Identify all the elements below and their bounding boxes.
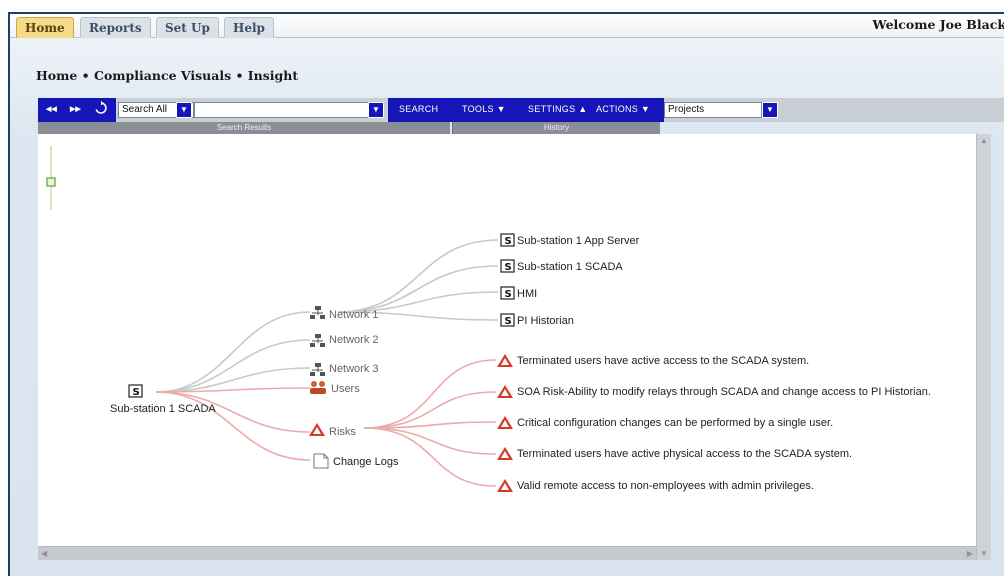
refresh-icon[interactable] bbox=[94, 101, 108, 118]
risks-node[interactable]: Risks bbox=[309, 423, 356, 438]
svg-text:HMI: HMI bbox=[517, 288, 537, 300]
search-scope-dropdown-icon[interactable]: ▼ bbox=[176, 102, 192, 118]
history-bar[interactable]: History bbox=[452, 122, 660, 134]
svg-text:PI Historian: PI Historian bbox=[517, 315, 574, 327]
svg-text:Users: Users bbox=[331, 383, 360, 395]
server-item[interactable]: S Sub-station 1 App Server bbox=[500, 233, 640, 247]
svg-text:S: S bbox=[505, 289, 512, 300]
top-nav-bar: Home Reports Set Up Help Welcome Joe Bla… bbox=[10, 14, 1004, 38]
welcome-text: Welcome Joe Black bbox=[872, 17, 1004, 32]
app-frame: Home Reports Set Up Help Welcome Joe Bla… bbox=[8, 12, 1004, 576]
relationship-graph: S Sub-station 1 SCADA Network 1 Network … bbox=[46, 146, 931, 492]
svg-text:Critical configuration changes: Critical configuration changes can be pe… bbox=[517, 417, 833, 429]
tools-label: TOOLS bbox=[462, 104, 494, 114]
chevron-down-icon: ▼ bbox=[640, 104, 651, 114]
projects-select[interactable]: Projects bbox=[664, 102, 762, 118]
svg-text:Valid remote access to non-emp: Valid remote access to non-employees wit… bbox=[517, 480, 814, 492]
svg-text:Network 3: Network 3 bbox=[329, 363, 379, 375]
risk-item[interactable]: SOA Risk-Ability to modify relays throug… bbox=[497, 385, 931, 398]
search-results-bar[interactable]: Search Results bbox=[38, 122, 450, 134]
server-item[interactable]: S PI Historian bbox=[500, 313, 574, 327]
vertical-scrollbar[interactable]: ▲ ▼ bbox=[976, 134, 991, 560]
scroll-left-icon[interactable]: ◀ bbox=[41, 549, 47, 558]
projects-dropdown-icon[interactable]: ▼ bbox=[762, 102, 778, 118]
svg-text:Sub-station 1 SCADA: Sub-station 1 SCADA bbox=[517, 261, 623, 273]
scroll-down-icon[interactable]: ▼ bbox=[980, 549, 988, 558]
breadcrumb: Home • Compliance Visuals • Insight bbox=[36, 68, 299, 83]
tools-menu[interactable]: TOOLS ▼ bbox=[462, 104, 506, 114]
risk-item[interactable]: Terminated users have active physical ac… bbox=[497, 447, 852, 460]
network-node-3[interactable]: Network 3 bbox=[310, 363, 379, 376]
horizontal-scrollbar[interactable]: ◀ ▶ bbox=[38, 546, 976, 560]
svg-text:Network 1: Network 1 bbox=[329, 309, 379, 321]
network-node-1[interactable]: Network 1 bbox=[310, 306, 379, 321]
svg-text:Sub-station 1 App Server: Sub-station 1 App Server bbox=[517, 235, 640, 247]
svg-text:Terminated users have active a: Terminated users have active access to t… bbox=[517, 355, 809, 367]
svg-text:S: S bbox=[505, 262, 512, 273]
settings-label: SETTINGS bbox=[528, 104, 576, 114]
svg-text:S: S bbox=[133, 387, 140, 398]
search-button[interactable]: SEARCH bbox=[399, 104, 438, 114]
tab-help[interactable]: Help bbox=[224, 17, 274, 38]
search-input[interactable] bbox=[194, 102, 384, 118]
actions-label: ACTIONS bbox=[596, 104, 639, 114]
risk-item[interactable]: Critical configuration changes can be pe… bbox=[497, 416, 833, 429]
risk-item[interactable]: Terminated users have active access to t… bbox=[497, 354, 809, 367]
graph-canvas: S Sub-station 1 SCADA Network 1 Network … bbox=[38, 134, 976, 546]
tab-setup[interactable]: Set Up bbox=[156, 17, 219, 38]
users-icon bbox=[310, 381, 326, 394]
svg-text:S: S bbox=[505, 236, 512, 247]
toolbar: ◀◀ ▶▶ Search All ▼ ▼ SEARCH TOOLS ▼ SETT… bbox=[38, 98, 1004, 122]
warning-icon bbox=[497, 416, 513, 429]
warning-icon bbox=[309, 423, 325, 436]
warning-icon bbox=[497, 479, 513, 492]
change-logs-node[interactable]: Change Logs bbox=[313, 453, 399, 469]
network-links bbox=[155, 239, 499, 393]
svg-text:Terminated users have active p: Terminated users have active physical ac… bbox=[517, 448, 852, 460]
svg-text:Change Logs: Change Logs bbox=[333, 456, 399, 468]
actions-menu[interactable]: ACTIONS ▼ bbox=[596, 104, 650, 114]
document-icon bbox=[313, 453, 329, 469]
svg-text:S: S bbox=[505, 316, 512, 327]
server-item[interactable]: S HMI bbox=[500, 286, 537, 300]
svg-text:Risks: Risks bbox=[329, 426, 356, 438]
network-node-2[interactable]: Network 2 bbox=[310, 334, 379, 347]
scroll-right-icon[interactable]: ▶ bbox=[967, 549, 973, 558]
root-label: Sub-station 1 SCADA bbox=[110, 403, 216, 415]
warning-icon bbox=[497, 447, 513, 460]
search-input-dropdown-icon[interactable]: ▼ bbox=[368, 102, 384, 118]
network-icon bbox=[310, 363, 325, 376]
tab-reports[interactable]: Reports bbox=[80, 17, 151, 38]
scroll-up-icon[interactable]: ▲ bbox=[980, 136, 988, 145]
settings-menu[interactable]: SETTINGS ▲ bbox=[528, 104, 587, 114]
tab-home[interactable]: Home bbox=[16, 17, 74, 38]
forward-icon[interactable]: ▶▶ bbox=[70, 105, 81, 113]
chevron-down-icon: ▼ bbox=[496, 104, 506, 114]
chevron-up-icon: ▲ bbox=[578, 104, 588, 114]
svg-text:SOA Risk-Ability to modify rel: SOA Risk-Ability to modify relays throug… bbox=[517, 386, 931, 398]
network-icon bbox=[310, 334, 325, 347]
warning-icon bbox=[497, 354, 513, 367]
back-icon[interactable]: ◀◀ bbox=[46, 105, 57, 113]
risk-item[interactable]: Valid remote access to non-employees wit… bbox=[497, 479, 814, 492]
svg-text:Network 2: Network 2 bbox=[329, 334, 379, 346]
root-node[interactable]: S Sub-station 1 SCADA bbox=[110, 384, 216, 415]
network-icon bbox=[310, 306, 325, 319]
warning-icon bbox=[497, 385, 513, 398]
users-node[interactable]: Users bbox=[310, 381, 360, 395]
server-item[interactable]: S Sub-station 1 SCADA bbox=[500, 259, 623, 273]
zoom-handle[interactable] bbox=[46, 177, 56, 187]
